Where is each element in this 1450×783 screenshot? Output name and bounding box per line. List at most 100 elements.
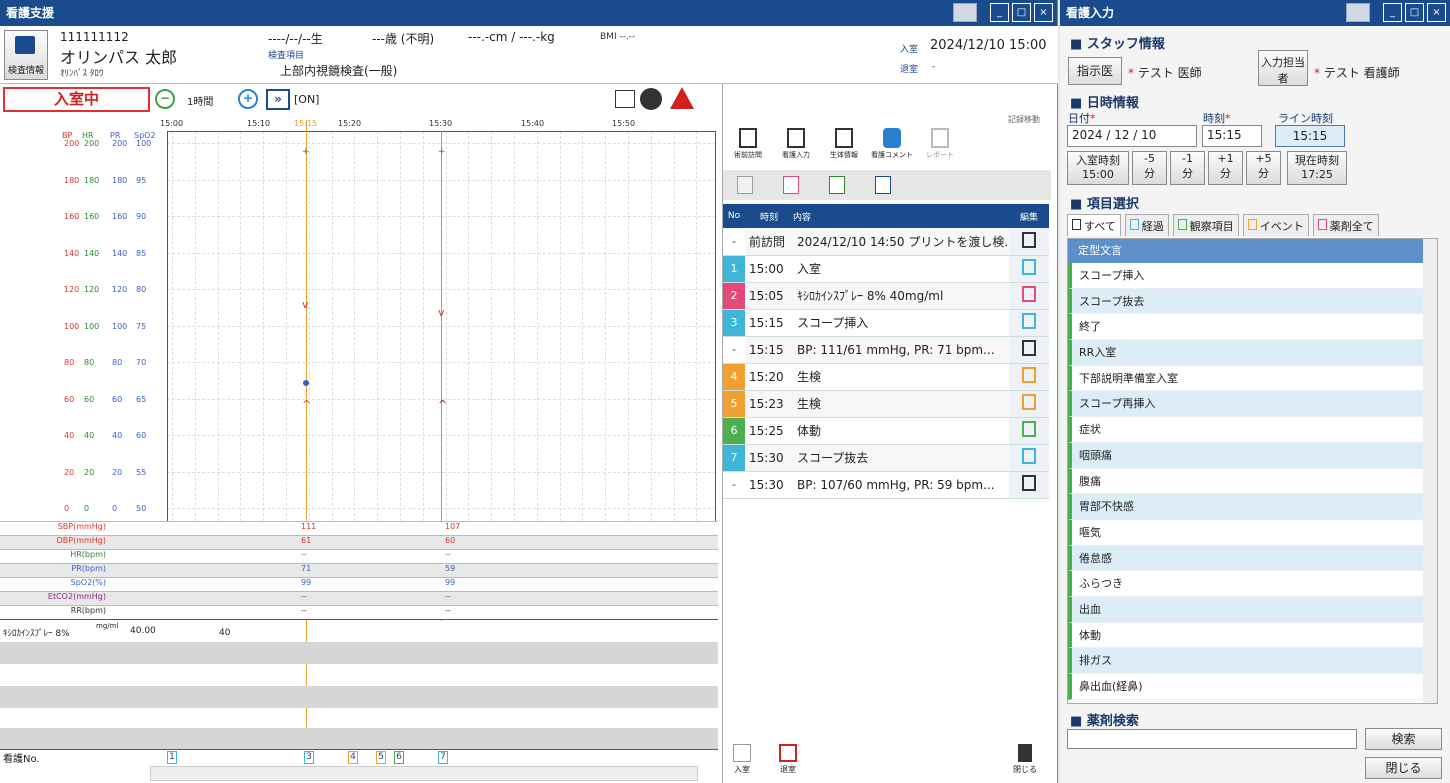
phrase-item[interactable]: スコープ抜去 [1068, 288, 1437, 315]
phrase-item[interactable]: 倦怠感 [1068, 545, 1437, 572]
close-button[interactable]: × [1427, 3, 1446, 22]
vital-label: RR(bpm) [70, 606, 106, 615]
nurse-marker[interactable]: 3 [304, 751, 314, 764]
edit-icon[interactable] [1022, 313, 1036, 329]
phrase-item[interactable]: スコープ再挿入 [1068, 391, 1437, 418]
phrase-item[interactable]: 出血 [1068, 596, 1437, 623]
record-row[interactable]: 5 15:23 生検 [723, 390, 1049, 418]
y-tick: 40 [84, 431, 95, 440]
toolbar-b3-button[interactable]: 生体情報 [821, 128, 867, 168]
vertical-scrollbar[interactable] [1423, 239, 1437, 703]
phrase-item[interactable]: 終了 [1068, 314, 1437, 341]
edit-icon[interactable] [1022, 448, 1036, 464]
tab-2[interactable]: 観察項目 [1172, 214, 1239, 236]
y-tick: 85 [136, 248, 147, 258]
horizontal-scrollbar[interactable] [150, 766, 698, 781]
in-time-button[interactable]: 入室時刻 15:00 [1067, 151, 1129, 185]
close-button[interactable]: × [1034, 3, 1053, 22]
keyboard-icon[interactable] [1346, 3, 1370, 22]
nurse-marker[interactable]: 7 [438, 751, 448, 764]
maximize-button[interactable]: □ [1405, 3, 1424, 22]
phrase-item[interactable]: スコープ挿入 [1068, 263, 1437, 289]
y-tick: 200 [64, 139, 80, 148]
phrase-item[interactable]: 下部説明準備室入室 [1068, 365, 1437, 392]
close-button[interactable]: 閉じる [1365, 757, 1442, 779]
record-row[interactable]: - 前訪問 2024/12/10 14:50 プリントを渡し検... [723, 228, 1049, 256]
check-filter-icon[interactable] [737, 176, 753, 194]
record-table: No 時刻 内容 編集 - 前訪問 2024/12/10 14:50 プリントを渡し… [723, 204, 1049, 499]
vitals-table: SBP(mmHg) 111 107 DBP(mmHg) 61 60 HR(bpm) -- -- P… [0, 521, 718, 619]
toolbar-b5-button[interactable]: レポート [917, 128, 963, 168]
toolbar-label: レポート [926, 151, 954, 159]
tab-0[interactable]: すべて [1067, 214, 1121, 236]
y-tick: 55 [136, 467, 147, 477]
nurse-marker[interactable]: 1 [167, 751, 177, 764]
maximize-button[interactable]: □ [1012, 3, 1031, 22]
tab-4[interactable]: 薬剤全て [1312, 214, 1379, 236]
record-row[interactable]: -15:15 BP: 111/61 mmHg, PR: 71 bpm... [723, 336, 1049, 364]
nurse-marker[interactable]: 6 [394, 751, 404, 764]
search-button[interactable]: 検索 [1365, 728, 1442, 750]
funnel-filter-icon[interactable] [875, 176, 891, 194]
phrase-item[interactable]: 体動 [1068, 622, 1437, 649]
phrase-item[interactable]: RR入室 [1068, 340, 1437, 366]
time-adjust-button[interactable]: -5 分 [1132, 151, 1167, 185]
phrase-item[interactable]: 胃部不快感 [1068, 494, 1437, 520]
in-button[interactable]: 入室 [733, 744, 751, 775]
edit-icon[interactable] [1022, 421, 1036, 437]
time-adjust-button[interactable]: +5 分 [1246, 151, 1281, 185]
time-adjust-button[interactable]: +1 分 [1208, 151, 1243, 185]
record-move-button[interactable]: 記録移動 [1004, 88, 1044, 128]
time-input[interactable]: 15:15 [1202, 125, 1262, 147]
y-tick: 80 [136, 285, 147, 294]
toolbar-b4-button[interactable]: 看護コメント [869, 128, 915, 168]
record-row[interactable]: 4 15:20 生検 [723, 363, 1049, 391]
record-time: 15:15 [745, 309, 793, 337]
edit-icon[interactable] [1022, 367, 1036, 383]
edit-icon[interactable] [1022, 394, 1036, 410]
phrase-item[interactable]: 咽頭痛 [1068, 442, 1437, 469]
toolbar-label: 看護入力 [782, 151, 810, 159]
nurse-button[interactable]: 入力担当者 [1258, 50, 1308, 86]
edit-icon[interactable] [1022, 286, 1036, 302]
list-filter-icon[interactable] [829, 176, 845, 194]
edit-icon[interactable] [1022, 340, 1036, 356]
phrase-item[interactable]: ふらつき [1068, 571, 1437, 597]
nurse-marker[interactable]: 4 [348, 751, 358, 764]
edit-icon[interactable] [1022, 259, 1036, 275]
sbp-point: v [438, 306, 445, 319]
phrase-item[interactable]: 嘔気 [1068, 519, 1437, 546]
record-row[interactable]: 1 15:00 入室 [723, 255, 1049, 283]
time-adjust-button[interactable]: -1 分 [1170, 151, 1205, 185]
phrase-item[interactable]: 症状 [1068, 417, 1437, 443]
toolbar-b2-button[interactable]: 看護入力 [773, 128, 819, 168]
spo2-point: + [438, 147, 446, 157]
phrase-item[interactable]: 排ガス [1068, 648, 1437, 674]
tab-3[interactable]: イベント [1242, 214, 1309, 236]
minimize-button[interactable]: _ [1383, 3, 1402, 22]
record-row[interactable]: 2 15:05 ｷｼﾛｶｲﾝｽﾌﾟﾚｰ 8% 40mg/ml [723, 282, 1049, 310]
minimize-button[interactable]: _ [990, 3, 1009, 22]
keyboard-icon[interactable] [953, 3, 977, 22]
edit-filter-icon[interactable] [783, 176, 799, 194]
close-record-button[interactable]: 閉じる [1013, 744, 1037, 775]
edit-icon[interactable] [1022, 475, 1036, 491]
vital-row: HR(bpm) -- -- [0, 549, 718, 563]
toolbar-b1-button[interactable]: 術前訪問 [725, 128, 771, 168]
now-time-button[interactable]: 現在時刻 17:25 [1287, 151, 1347, 185]
date-input[interactable]: 2024 / 12 / 10 [1067, 125, 1197, 147]
time-label: 15:20 [338, 119, 362, 128]
record-row[interactable]: 6 15:25 体動 [723, 417, 1049, 445]
doctor-button[interactable]: 指示医 [1068, 57, 1122, 85]
phrase-item[interactable]: 腹痛 [1068, 468, 1437, 495]
record-row[interactable]: 3 15:15 スコープ挿入 [723, 309, 1049, 337]
tab-1[interactable]: 経過 [1124, 214, 1169, 236]
phrase-item[interactable]: 鼻出血(経鼻) [1068, 674, 1437, 700]
record-row[interactable]: 7 15:30 スコープ抜去 [723, 444, 1049, 472]
patient-kana: ｵﾘﾝﾊﾟｽ ﾀﾛｳ [60, 69, 104, 79]
record-row[interactable]: -15:30 BP: 107/60 mmHg, PR: 59 bpm... [723, 471, 1049, 499]
drug-search-input[interactable] [1067, 729, 1357, 749]
out-button[interactable]: 退室 [779, 744, 797, 775]
edit-icon[interactable] [1022, 231, 1036, 248]
nurse-marker[interactable]: 5 [376, 751, 386, 764]
